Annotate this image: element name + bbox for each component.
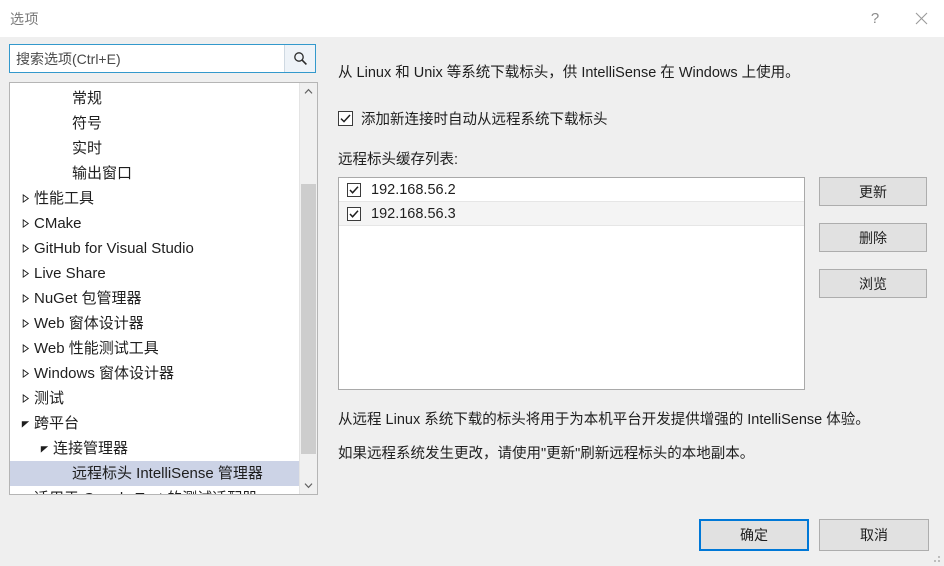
tree-item-label: 测试 [34, 390, 65, 407]
triangle-right-icon[interactable] [16, 369, 34, 378]
dialog-footer: 确定 取消 [0, 504, 944, 566]
tree-item[interactable]: NuGet 包管理器 [10, 286, 299, 311]
tree-item-label: 常规 [72, 90, 103, 107]
tree-item-label: 适用于 Google Test 的测试适配器 [34, 491, 257, 494]
tree-item[interactable]: Windows 窗体设计器 [10, 361, 299, 386]
options-tree[interactable]: 常规符号实时输出窗口性能工具 CMake GitHub for Visual Stu… [9, 82, 318, 495]
search-box[interactable] [9, 44, 316, 73]
tree-item-label: 实时 [72, 140, 103, 157]
tree-item-label: Web 性能测试工具 [34, 340, 159, 357]
tree-item-label: NuGet 包管理器 [34, 290, 142, 307]
tree-item[interactable]: 测试 [10, 386, 299, 411]
resize-grip-icon[interactable] [929, 551, 941, 563]
list-action-buttons: 更新 删除 浏览 [819, 177, 927, 298]
help-glyph: ? [870, 10, 880, 27]
tree-item[interactable]: 跨平台 [10, 411, 299, 436]
auto-download-label: 添加新连接时自动从远程系统下载标头 [361, 112, 608, 128]
chevron-up-icon[interactable] [300, 83, 317, 100]
tree-item[interactable]: 输出窗口 [10, 161, 299, 186]
triangle-right-icon[interactable] [16, 194, 34, 203]
checkmark-icon [338, 111, 353, 126]
tree-item[interactable]: CMake [10, 211, 299, 236]
cache-list[interactable]: 192.168.56.2 192.168.56.3 [338, 177, 805, 390]
triangle-right-icon[interactable] [16, 219, 34, 228]
tree-item-selected[interactable]: 远程标头 IntelliSense 管理器 [10, 461, 299, 486]
close-icon[interactable] [898, 0, 944, 37]
tree-item[interactable]: Live Share [10, 261, 299, 286]
tree-item[interactable]: 符号 [10, 111, 299, 136]
scrollbar-thumb[interactable] [301, 184, 316, 454]
tree-item[interactable]: Web 性能测试工具 [10, 336, 299, 361]
search-icon[interactable] [284, 45, 315, 72]
tree-item[interactable]: GitHub for Visual Studio [10, 236, 299, 261]
triangle-right-icon[interactable] [16, 319, 34, 328]
cancel-button[interactable]: 取消 [819, 519, 929, 551]
panel-intro-text: 从 Linux 和 Unix 等系统下载标头，供 IntelliSense 在 … [338, 65, 800, 81]
window-title: 选项 [10, 10, 39, 27]
auto-download-checkbox[interactable]: 添加新连接时自动从远程系统下载标头 [338, 108, 608, 129]
triangle-down-icon[interactable] [35, 444, 53, 453]
tree-item-label: 远程标头 IntelliSense 管理器 [72, 465, 263, 482]
tree-item-label: Windows 窗体设计器 [34, 365, 175, 382]
tree-item-list[interactable]: 常规符号实时输出窗口性能工具 CMake GitHub for Visual Stu… [10, 83, 299, 494]
tree-scrollbar[interactable] [299, 83, 317, 494]
tree-item[interactable]: Web 窗体设计器 [10, 311, 299, 336]
tree-item-label: 连接管理器 [53, 440, 129, 457]
update-button[interactable]: 更新 [819, 177, 927, 206]
tree-item[interactable]: 性能工具 [10, 186, 299, 211]
title-bar: 选项 ? [0, 0, 944, 37]
panel-outro-line2: 如果远程系统发生更改，请使用"更新"刷新远程标头的本地副本。 [338, 446, 755, 462]
triangle-down-icon[interactable] [16, 419, 34, 428]
list-item-label: 192.168.56.3 [371, 205, 456, 222]
tree-item-label: 性能工具 [34, 190, 95, 207]
list-item-label: 192.168.56.2 [371, 181, 456, 198]
triangle-right-icon[interactable] [16, 244, 34, 253]
search-input[interactable] [10, 45, 284, 72]
panel-outro-line1: 从远程 Linux 系统下载的标头将用于为本机平台开发提供增强的 Intelli… [338, 412, 870, 428]
chevron-down-icon[interactable] [300, 477, 317, 494]
triangle-right-icon[interactable] [16, 269, 34, 278]
triangle-right-icon[interactable] [16, 344, 34, 353]
list-item[interactable]: 192.168.56.3 [339, 202, 804, 226]
tree-item-label: 输出窗口 [72, 165, 133, 182]
tree-item[interactable]: 连接管理器 [10, 436, 299, 461]
tree-item[interactable]: 适用于 Google Test 的测试适配器 [10, 486, 299, 494]
delete-button[interactable]: 删除 [819, 223, 927, 252]
tree-item-label: 符号 [72, 115, 103, 132]
tree-item-label: CMake [34, 215, 82, 232]
tree-item-label: Live Share [34, 265, 106, 282]
tree-item-label: 跨平台 [34, 415, 80, 432]
tree-item[interactable]: 实时 [10, 136, 299, 161]
checkmark-icon[interactable] [347, 206, 361, 221]
checkmark-icon[interactable] [347, 182, 361, 197]
ok-button[interactable]: 确定 [699, 519, 809, 551]
browse-button[interactable]: 浏览 [819, 269, 927, 298]
list-item[interactable]: 192.168.56.2 [339, 178, 804, 202]
cache-list-label: 远程标头缓存列表: [338, 152, 459, 168]
tree-item-label: GitHub for Visual Studio [34, 240, 194, 257]
triangle-right-icon[interactable] [16, 294, 34, 303]
triangle-right-icon[interactable] [16, 394, 34, 403]
help-icon[interactable]: ? [852, 0, 898, 37]
tree-item[interactable]: 常规 [10, 86, 299, 111]
left-pane [9, 44, 318, 73]
tree-item-label: Web 窗体设计器 [34, 315, 144, 332]
